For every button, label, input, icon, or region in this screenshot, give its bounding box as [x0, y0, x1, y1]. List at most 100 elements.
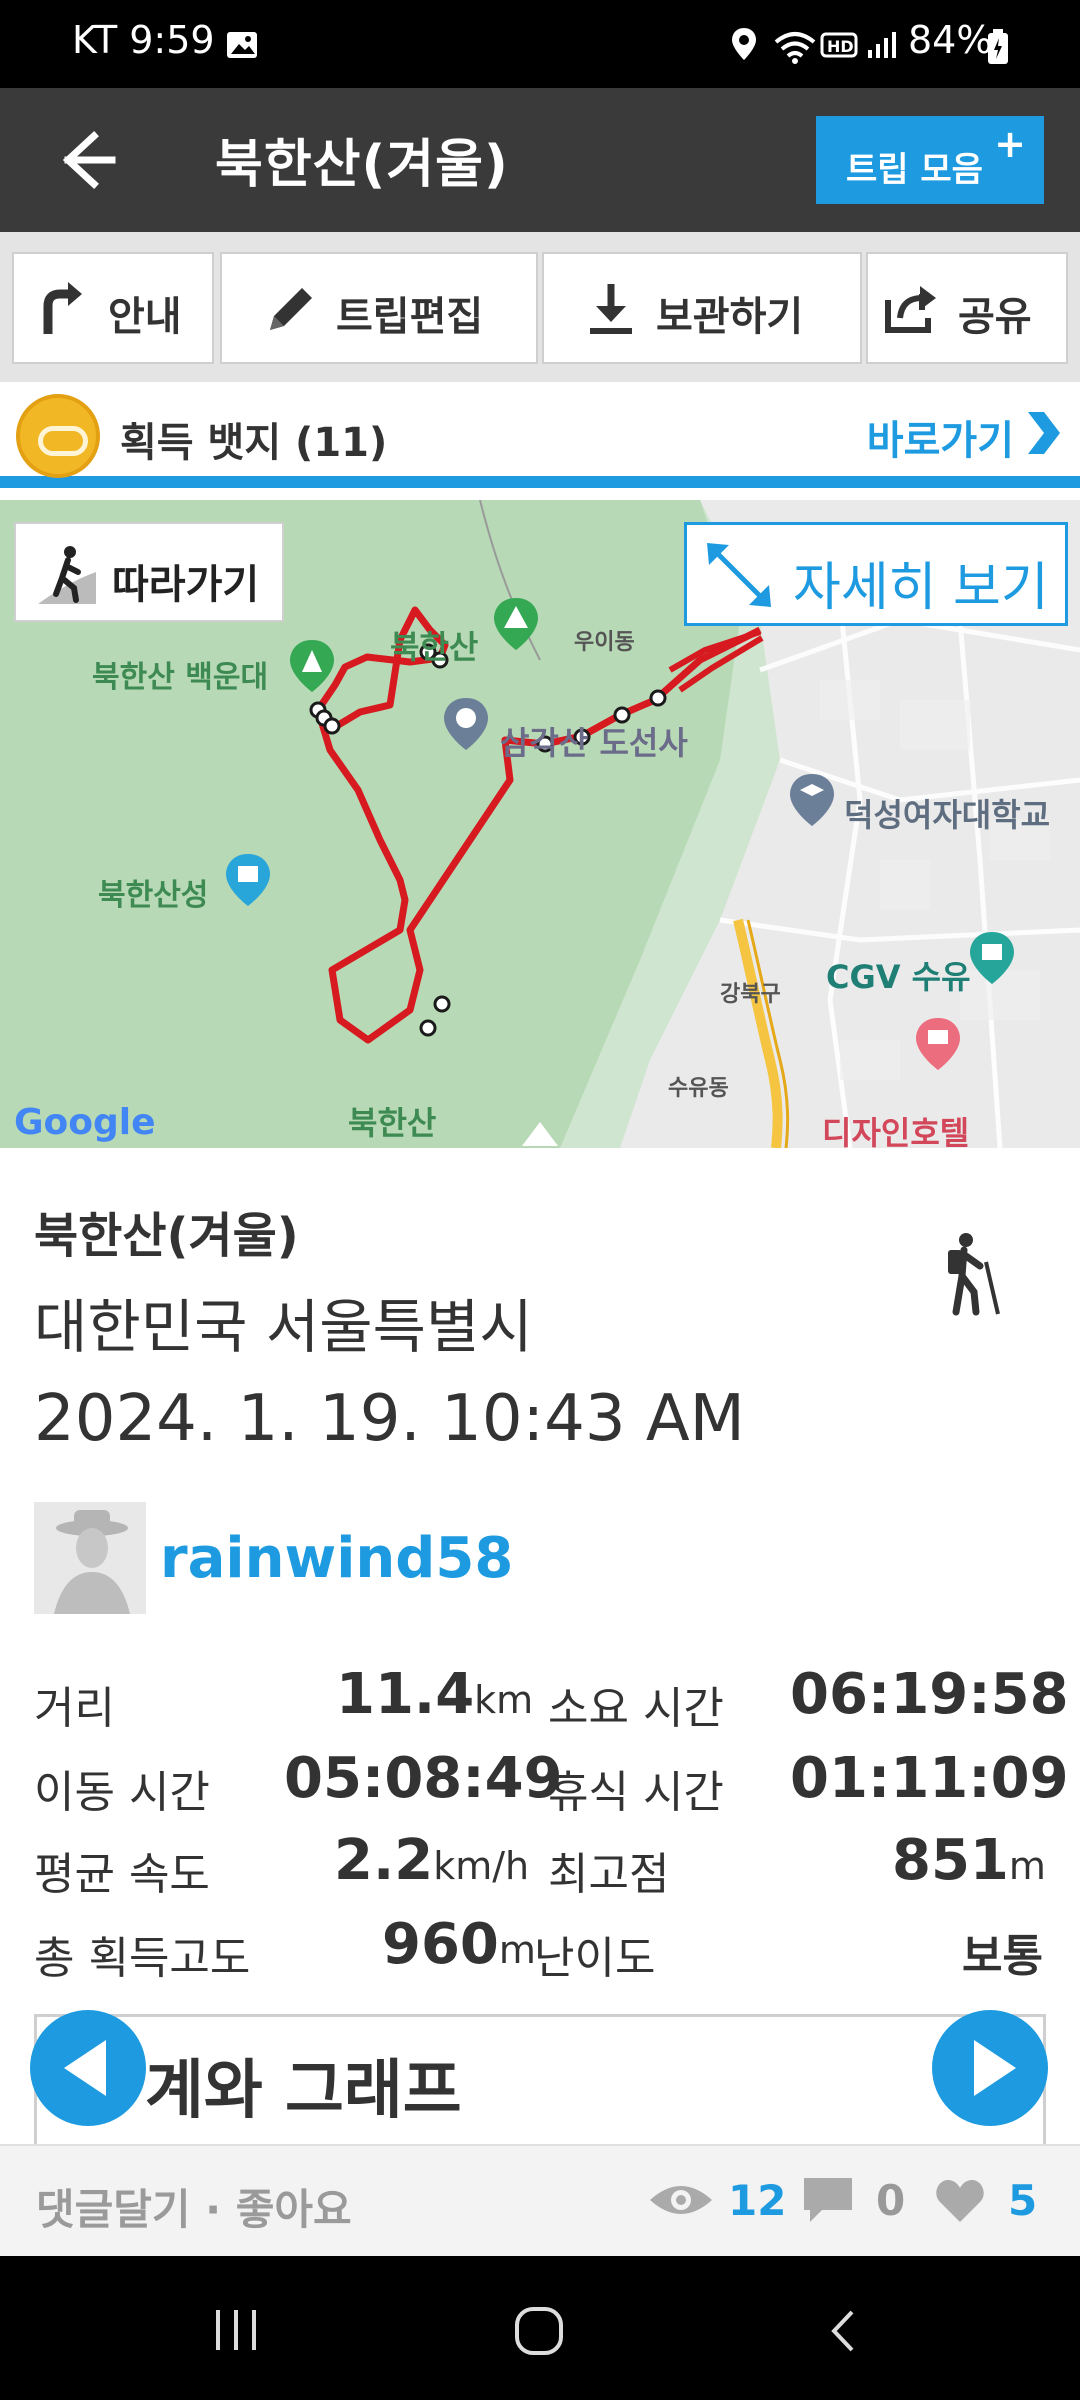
- difficulty-label: 난이도: [534, 1933, 656, 1984]
- username-link[interactable]: rainwind58: [160, 1526, 513, 1591]
- svg-text:HD: HD: [827, 37, 854, 56]
- edit-trip-label: 트립편집: [336, 294, 484, 340]
- guide-label: 안내: [108, 294, 182, 340]
- map-label-bukhansan-bottom: 북한산: [348, 1104, 437, 1142]
- google-attribution: Google: [14, 1102, 156, 1143]
- map-pointer: [522, 1122, 558, 1146]
- trip-datetime: 2024. 1. 19. 10:43 AM: [34, 1382, 745, 1456]
- elevation-gain-value: 960: [382, 1912, 499, 1977]
- badge-count: 획득 뱃지 (11): [120, 420, 388, 466]
- distance-value: 11.4: [336, 1662, 475, 1727]
- share-icon: [885, 286, 936, 333]
- elevation-gain-group: 960m: [382, 1912, 536, 1977]
- trip-collection-label: 트립 모음: [846, 150, 983, 190]
- badge-row[interactable]: 획득 뱃지 (11) 바로가기: [0, 382, 1080, 488]
- back-arrow-icon[interactable]: [50, 122, 120, 198]
- badge-medal-icon: [16, 394, 100, 478]
- graph-section-title: 계와 그래프: [145, 2054, 462, 2128]
- share-button[interactable]: 공유: [866, 252, 1068, 364]
- trip-name: 북한산(겨울): [34, 1208, 299, 1264]
- next-button[interactable]: [932, 2010, 1048, 2126]
- map-label-uidong: 우이동: [574, 630, 635, 655]
- avg-speed-unit: km/h: [433, 1844, 530, 1888]
- elevation-gain-label: 총 획득고도: [34, 1933, 251, 1984]
- avg-speed-value: 2.2: [334, 1828, 434, 1893]
- map-label-bukhansanseong: 북한산성: [98, 878, 209, 913]
- status-time: KT 9:59: [72, 18, 215, 62]
- map-label-doseonsa: 삼각산 도선사: [500, 724, 688, 762]
- eye-icon: [650, 2186, 712, 2214]
- signal-icon: [868, 32, 896, 58]
- view-detail-button[interactable]: 자세히 보기: [684, 522, 1068, 626]
- recent-apps-icon[interactable]: [212, 2308, 260, 2352]
- guide-button[interactable]: 안내: [12, 252, 214, 364]
- turn-arrow-icon: [43, 282, 82, 334]
- expand-icon: [707, 543, 771, 607]
- map-label-gangbukgu: 강북구: [720, 982, 781, 1007]
- wifi-icon: [774, 32, 816, 64]
- view-detail-label: 자세히 보기: [793, 558, 1049, 618]
- max-altitude-group: 851m: [892, 1828, 1046, 1893]
- save-button[interactable]: 보관하기: [542, 252, 862, 364]
- gallery-icon: [227, 32, 257, 58]
- hiking-icon: [948, 1233, 1000, 1316]
- follow-label: 따라가기: [112, 562, 260, 608]
- edit-trip-button[interactable]: 트립편집: [220, 252, 538, 364]
- plus-icon: +: [994, 122, 1026, 166]
- save-label: 보관하기: [656, 294, 804, 340]
- map-label-cgv-suyu: CGV 수유: [826, 958, 971, 996]
- duration-value: 06:19:58: [790, 1662, 1069, 1727]
- map-label-duksung: 덕성여자대학교: [844, 796, 1051, 834]
- battery-icon: [988, 29, 1008, 64]
- trip-region: 대한민국 서울특별시: [34, 1293, 533, 1361]
- max-altitude-unit: m: [1008, 1844, 1046, 1888]
- views-count: 12: [728, 2176, 787, 2225]
- back-nav-icon[interactable]: [826, 2308, 860, 2354]
- badge-shortcut-link[interactable]: 바로가기: [867, 408, 1014, 466]
- location-icon: [732, 28, 756, 60]
- status-bar: KT 9:59 HD 84%: [0, 0, 1080, 88]
- play-right-icon: [974, 2040, 1016, 2096]
- page-title: 북한산(겨울): [215, 135, 509, 195]
- distance-value-group: 11.4km: [336, 1662, 533, 1727]
- rest-time-value: 01:11:09: [790, 1746, 1069, 1811]
- comment-icon: [804, 2178, 852, 2222]
- map-label-suyudong: 수유동: [668, 1076, 729, 1101]
- heart-icon[interactable]: [934, 2178, 986, 2224]
- battery-percent: 84%: [908, 18, 993, 62]
- moving-time-value: 05:08:49: [284, 1746, 563, 1811]
- play-left-icon: [64, 2040, 106, 2096]
- user-avatar-icon: [34, 1502, 146, 1614]
- elevation-gain-unit: m: [498, 1928, 536, 1972]
- map-label-baekundae: 북한산 백운대: [92, 660, 269, 695]
- rest-time-label: 휴식 시간: [548, 1767, 724, 1818]
- map-label-design-hotel: 디자인호텔: [822, 1114, 970, 1148]
- distance-label: 거리: [34, 1683, 115, 1734]
- avatar[interactable]: [34, 1502, 146, 1614]
- hiker-follow-icon: [38, 546, 96, 604]
- stats-graph-card: 계와 그래프: [34, 2014, 1046, 2144]
- distance-unit: km: [474, 1678, 534, 1722]
- route-map[interactable]: 북한산 백운대 북한산 우이동 삼각산 도선사 북한산성 덕성여자대학교 강북구…: [0, 500, 1080, 1148]
- max-altitude-value: 851: [892, 1828, 1009, 1893]
- difficulty-value: 보통: [962, 1931, 1043, 1982]
- chevron-right-icon[interactable]: [1022, 410, 1062, 456]
- duration-label: 소요 시간: [548, 1683, 724, 1734]
- action-toolbar: 안내 트립편집 보관하기 공유: [0, 232, 1080, 382]
- home-icon[interactable]: [514, 2306, 564, 2356]
- previous-button[interactable]: [30, 2010, 146, 2126]
- moving-time-label: 이동 시간: [34, 1767, 210, 1818]
- app-bar: 북한산(겨울) 트립 모음 +: [0, 88, 1080, 232]
- comments-count: 0: [876, 2176, 906, 2225]
- trip-collection-button[interactable]: 트립 모음 +: [816, 116, 1044, 204]
- likes-count: 5: [1008, 2176, 1038, 2225]
- map-label-bukhansan: 북한산: [390, 628, 479, 666]
- max-altitude-label: 최고점: [548, 1849, 670, 1900]
- share-label: 공유: [958, 294, 1032, 340]
- download-icon: [590, 284, 632, 334]
- social-footer: 댓글달기 · 좋아요 12 0 5: [0, 2144, 1080, 2256]
- avg-speed-label: 평균 속도: [34, 1849, 210, 1900]
- comment-like-link[interactable]: 댓글달기 · 좋아요: [36, 2176, 352, 2237]
- avg-speed-group: 2.2km/h: [334, 1828, 529, 1893]
- follow-button[interactable]: 따라가기: [14, 522, 284, 622]
